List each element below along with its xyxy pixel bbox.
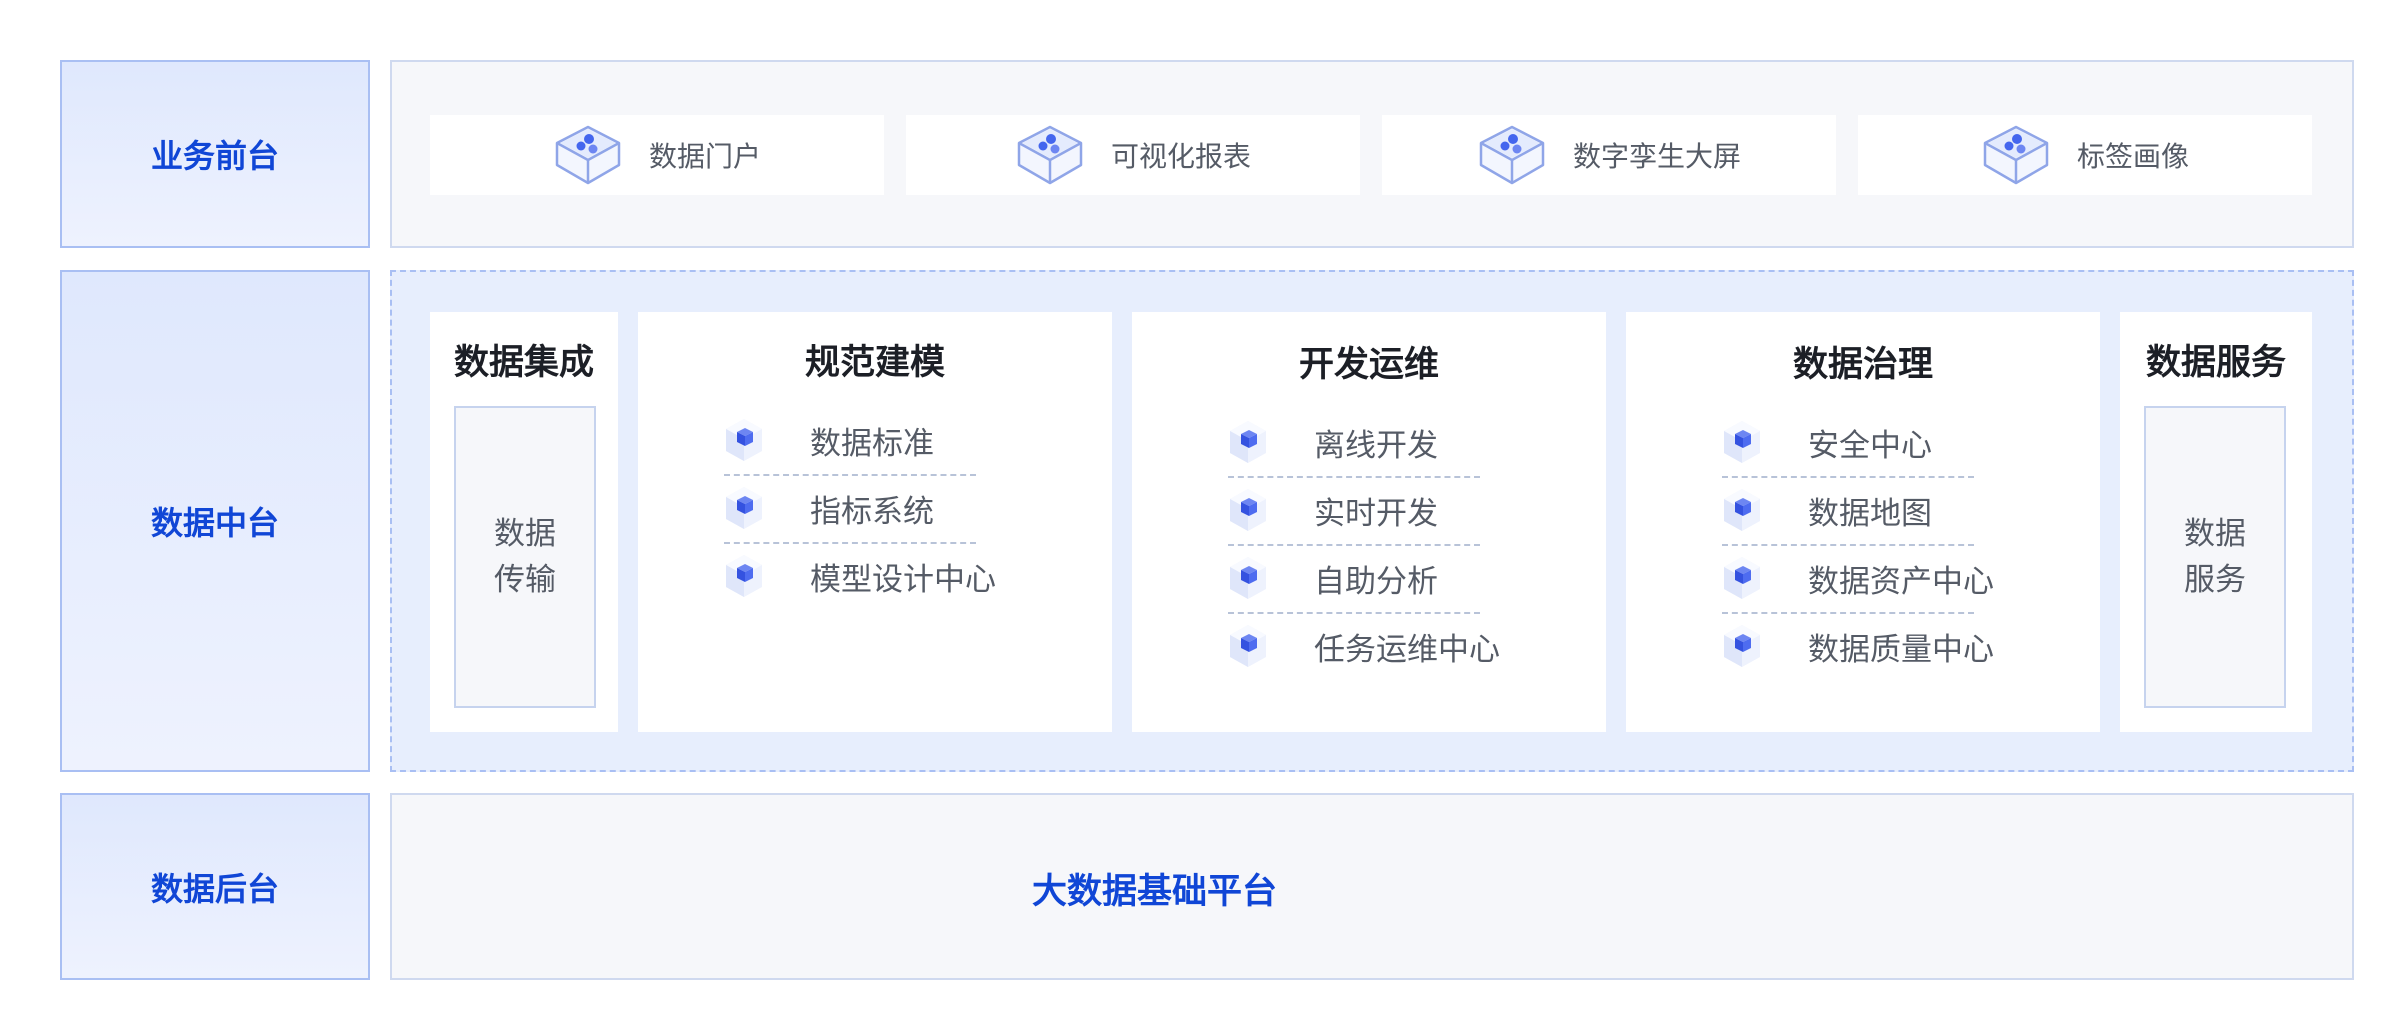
data-box-icon (1981, 123, 2051, 187)
module-title: 数据治理 (1792, 345, 1933, 385)
layer-label-middle: 数据中台 (60, 270, 370, 772)
list-item[interactable]: 数据资产中心 (1722, 544, 1994, 614)
layer-label-front: 业务前台 (60, 60, 370, 248)
platform-title: 大数据基础平台 (1032, 872, 1278, 912)
app-label: 标签画像 (2076, 140, 2189, 173)
cube-icon (1228, 555, 1268, 601)
item-label: 实时开发 (1314, 495, 1438, 532)
module-card-integration: 数据集成 数据 传输 (430, 312, 618, 732)
cube-icon (1722, 623, 1762, 669)
list-item[interactable]: 指标系统 (724, 474, 976, 544)
list-item[interactable]: 数据地图 (1722, 476, 1974, 546)
module-card-devops: 开发运维 离线开发 实时开发 自助分析 任务运维中心 (1132, 312, 1606, 732)
list-item[interactable]: 自助分析 (1228, 544, 1480, 614)
item-label: 指标系统 (810, 493, 934, 530)
item-label: 数据质量中心 (1808, 631, 1994, 668)
list-item[interactable]: 模型设计中心 (724, 542, 996, 610)
data-service-box[interactable]: 数据 服务 (2144, 406, 2286, 708)
app-tag-profile[interactable]: 标签画像 (1858, 115, 2312, 195)
item-label: 安全中心 (1808, 427, 1932, 464)
app-data-portal[interactable]: 数据门户 (430, 115, 884, 195)
box-line: 数据 (2184, 516, 2246, 552)
module-card-governance: 数据治理 安全中心 数据地图 数据资产中心 数据质量中心 (1626, 312, 2100, 732)
data-box-icon (1477, 123, 1547, 187)
item-label: 任务运维中心 (1314, 631, 1500, 668)
app-digital-twin[interactable]: 数字孪生大屏 (1382, 115, 1836, 195)
list-item[interactable]: 实时开发 (1228, 476, 1480, 546)
data-transfer-box[interactable]: 数据 传输 (454, 406, 596, 708)
list-item[interactable]: 数据标准 (724, 406, 976, 476)
module-title: 规范建模 (804, 343, 945, 383)
cube-icon (724, 553, 764, 599)
platform-panel: 大数据基础平台 (390, 793, 2354, 980)
app-label: 数据门户 (648, 140, 761, 173)
item-label: 模型设计中心 (810, 561, 996, 598)
box-line: 传输 (494, 562, 556, 598)
module-title: 数据集成 (453, 343, 594, 383)
item-label: 离线开发 (1314, 427, 1438, 464)
cube-icon (1722, 555, 1762, 601)
app-label: 数字孪生大屏 (1572, 140, 1741, 173)
box-line: 数据 (494, 516, 556, 552)
module-card-modeling: 规范建模 数据标准 指标系统 模型设计中心 (638, 312, 1112, 732)
list-item[interactable]: 任务运维中心 (1228, 612, 1500, 680)
module-card-service: 数据服务 数据 服务 (2120, 312, 2312, 732)
item-label: 自助分析 (1314, 563, 1438, 600)
app-visual-report[interactable]: 可视化报表 (906, 115, 1360, 195)
item-label: 数据资产中心 (1808, 563, 1994, 600)
data-box-icon (553, 123, 623, 187)
app-label: 可视化报表 (1110, 140, 1251, 173)
cube-icon (1228, 487, 1268, 533)
cube-icon (1722, 487, 1762, 533)
list-item[interactable]: 数据质量中心 (1722, 612, 1994, 680)
data-box-icon (1015, 123, 1085, 187)
item-label: 数据标准 (810, 425, 934, 462)
cube-icon (724, 485, 764, 531)
list-item[interactable]: 安全中心 (1722, 408, 1974, 478)
cube-icon (1722, 419, 1762, 465)
layer-label-back: 数据后台 (60, 793, 370, 980)
item-label: 数据地图 (1808, 495, 1932, 532)
module-title: 数据服务 (2145, 343, 2286, 383)
box-line: 服务 (2184, 562, 2246, 598)
cube-icon (1228, 623, 1268, 669)
module-title: 开发运维 (1298, 345, 1439, 385)
cube-icon (1228, 419, 1268, 465)
list-item[interactable]: 离线开发 (1228, 408, 1480, 478)
cube-icon (724, 417, 764, 463)
